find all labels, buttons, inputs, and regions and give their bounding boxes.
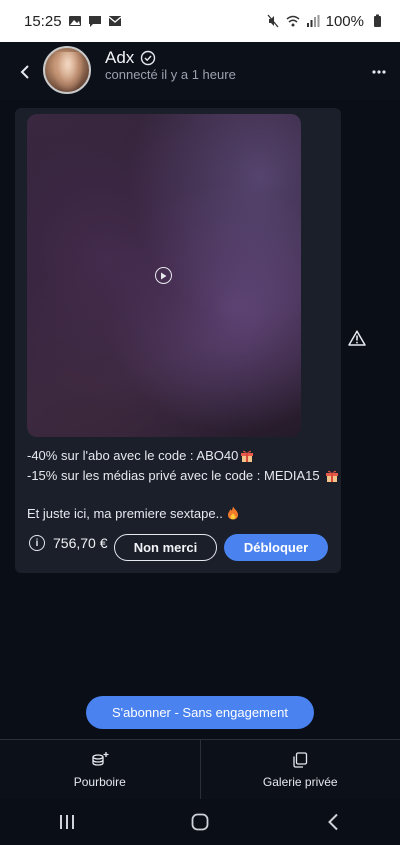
more-options-button[interactable] bbox=[372, 62, 386, 82]
message-card: -40% sur l'abo avec le code : ABO40 -15%… bbox=[15, 108, 341, 573]
promo-line-2-text: -15% sur les médias privé avec le code :… bbox=[27, 468, 320, 483]
bottom-tab-bar: Pourboire Galerie privée bbox=[0, 739, 400, 799]
tab-galerie-privee-label: Galerie privée bbox=[262, 774, 338, 789]
subscribe-button[interactable]: S'abonner - Sans engagement bbox=[86, 696, 314, 729]
gallery-copy-icon bbox=[293, 751, 308, 768]
back-icon bbox=[328, 813, 339, 831]
back-arrow-icon bbox=[20, 65, 29, 79]
promo-line-2: -15% sur les médias privé avec le code :… bbox=[27, 468, 339, 483]
price-row: i 756,70 € bbox=[29, 535, 108, 551]
decline-button[interactable]: Non merci bbox=[114, 534, 217, 561]
presence-status: connecté il y a 1 heure bbox=[105, 67, 236, 82]
tip-coins-icon bbox=[92, 751, 109, 766]
tab-galerie-privee[interactable]: Galerie privée bbox=[199, 740, 400, 799]
contact-name: Adx bbox=[105, 48, 135, 67]
play-icon bbox=[161, 272, 167, 279]
info-icon[interactable]: i bbox=[29, 535, 45, 551]
avatar[interactable] bbox=[43, 46, 91, 94]
recents-icon bbox=[59, 815, 74, 829]
back-button[interactable] bbox=[14, 62, 36, 82]
promo-line-3: Et juste ici, ma premiere sextape.. bbox=[27, 506, 239, 521]
tab-pourboire[interactable]: Pourboire bbox=[0, 740, 200, 799]
verified-badge-icon bbox=[141, 50, 156, 66]
system-navigation-bar bbox=[0, 799, 400, 845]
name-row: Adx bbox=[105, 48, 156, 68]
promo-line-1-text: -40% sur l'abo avec le code : ABO40 bbox=[27, 448, 239, 463]
home-button[interactable] bbox=[188, 810, 212, 834]
wifi-icon bbox=[286, 15, 300, 27]
more-options-icon bbox=[372, 70, 386, 74]
signal-icon bbox=[306, 15, 320, 27]
promo-line-3-text: Et juste ici, ma premiere sextape.. bbox=[27, 506, 223, 521]
gift-icon bbox=[241, 450, 254, 462]
locked-video-thumbnail[interactable] bbox=[27, 114, 301, 437]
gift-icon bbox=[326, 470, 339, 482]
status-time: 15:25 bbox=[24, 12, 62, 30]
warning-icon[interactable] bbox=[348, 330, 366, 346]
status-bar: 15:25 100% bbox=[0, 0, 400, 42]
home-icon bbox=[191, 813, 209, 831]
battery-percent: 100% bbox=[325, 12, 364, 30]
unlock-price: 756,70 € bbox=[53, 535, 108, 551]
status-left: 15:25 bbox=[24, 13, 122, 30]
status-right: 100% bbox=[266, 13, 384, 30]
battery-icon bbox=[374, 14, 381, 27]
fire-icon bbox=[227, 506, 238, 520]
mail-icon bbox=[108, 16, 121, 26]
chat-icon bbox=[88, 16, 101, 27]
promo-line-1: -40% sur l'abo avec le code : ABO40 bbox=[27, 448, 254, 463]
system-back-button[interactable] bbox=[321, 810, 345, 834]
play-button[interactable] bbox=[155, 267, 172, 284]
mute-icon bbox=[267, 14, 279, 28]
unlock-button[interactable]: Débloquer bbox=[224, 534, 328, 561]
chat-header: Adx connecté il y a 1 heure bbox=[0, 42, 400, 100]
recents-button[interactable] bbox=[55, 810, 79, 834]
image-icon bbox=[68, 16, 81, 26]
tab-pourboire-label: Pourboire bbox=[73, 774, 126, 789]
